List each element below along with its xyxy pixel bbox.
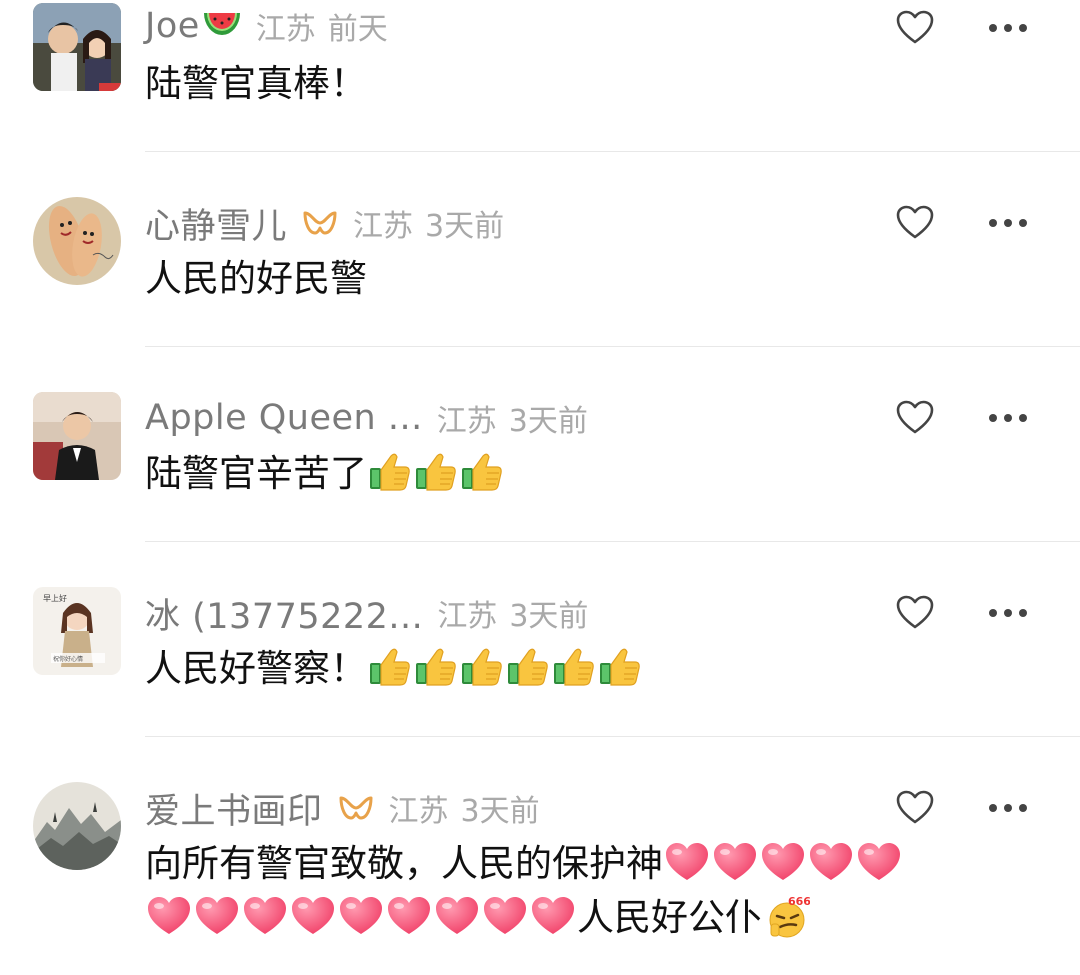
heart-icon: [858, 843, 900, 880]
divider: [145, 151, 1080, 152]
comment-meta: 爱上书画印 江苏 3天前: [145, 786, 540, 832]
heart-emoji-row: [145, 896, 577, 939]
comment-item: Joe 江苏 前天 陆警官真棒！: [0, 0, 1080, 152]
thumbs-up-icon: [462, 453, 502, 491]
heart-icon: [436, 897, 478, 934]
vip-badge-icon: [301, 209, 339, 237]
comment-text-line2: 人民好公仆 666: [145, 892, 811, 954]
comment-text: 陆警官真棒！: [145, 62, 367, 105]
like-icon[interactable]: [895, 203, 935, 243]
comment-text-content: 向所有警官致敬，人民的保护神: [145, 842, 663, 885]
avatar[interactable]: [33, 3, 121, 91]
avatar[interactable]: [33, 392, 121, 480]
thumbs-up-icon: [600, 648, 640, 686]
comment-text: 人民的好民警: [145, 257, 367, 300]
username[interactable]: 心静雪儿: [145, 198, 287, 249]
username[interactable]: Apple Queen ...: [145, 398, 423, 438]
watermelon-icon: [202, 7, 242, 45]
timestamp: 前天: [327, 12, 388, 47]
location: 江苏: [255, 12, 316, 47]
heart-icon: [148, 897, 190, 934]
thumbs-up-emoji-row: [367, 647, 643, 690]
divider: [145, 736, 1080, 737]
timestamp: 3天前: [508, 404, 588, 439]
more-options-icon[interactable]: [985, 601, 1031, 625]
heart-icon: [810, 843, 852, 880]
avatar[interactable]: [33, 197, 121, 285]
location: 江苏: [353, 209, 414, 244]
username[interactable]: 爱上书画印: [145, 783, 323, 834]
like-icon[interactable]: [895, 593, 935, 633]
comment-meta: Apple Queen ... 江苏 3天前: [145, 396, 588, 440]
svg-text:666: 666: [788, 895, 810, 908]
comment-meta: 心静雪儿 江苏 3天前: [145, 201, 505, 247]
location: 江苏: [388, 794, 449, 829]
comment-text: 人民好警察！: [145, 643, 643, 695]
heart-icon: [388, 897, 430, 934]
heart-icon: [196, 897, 238, 934]
comment-text-content: 陆警官辛苦了: [145, 452, 367, 495]
comment-meta: 冰 (13775222... 江苏 3天前: [145, 591, 589, 637]
thumbs-up-icon: [554, 648, 594, 686]
heart-icon: [292, 897, 334, 934]
heart-icon: [340, 897, 382, 934]
like-icon[interactable]: [895, 8, 935, 48]
heart-icon: [244, 897, 286, 934]
comment-text-content: 人民好公仆: [577, 896, 762, 939]
divider: [145, 541, 1080, 542]
timestamp: 3天前: [509, 599, 589, 634]
comment-text-line1: 向所有警官致敬，人民的保护神: [145, 838, 903, 890]
location: 江苏: [437, 599, 498, 634]
timestamp: 3天前: [460, 794, 540, 829]
thumbs-up-icon: [416, 648, 456, 686]
comment-item: 爱上书画印 江苏 3天前 向所有警官致敬，人民的保护神 人民好公仆 666: [0, 780, 1080, 975]
timestamp: 3天前: [425, 209, 505, 244]
like-icon[interactable]: [895, 398, 935, 438]
comment-item: Apple Queen ... 江苏 3天前 陆警官辛苦了: [0, 390, 1080, 542]
heart-icon: [484, 897, 526, 934]
vip-badge-icon: [337, 794, 375, 822]
thumbs-up-icon: [508, 648, 548, 686]
thumbs-up-icon: [416, 453, 456, 491]
thumbs-up-icon: [370, 453, 410, 491]
more-options-icon[interactable]: [985, 211, 1031, 235]
avatar[interactable]: [33, 782, 121, 870]
svg-text:祝你好心情: 祝你好心情: [53, 655, 83, 663]
username[interactable]: Joe: [145, 6, 200, 46]
comment-text-content: 人民好警察！: [145, 647, 367, 690]
avatar[interactable]: 早上好 祝你好心情: [33, 587, 121, 675]
thumbs-up-emoji-row: [367, 452, 505, 495]
username[interactable]: 冰 (13775222...: [145, 588, 423, 639]
666-smirk-emoji: 666: [764, 894, 811, 954]
more-options-icon[interactable]: [985, 16, 1031, 40]
heart-icon: [714, 843, 756, 880]
comment-meta: Joe 江苏 前天: [145, 4, 388, 48]
like-icon[interactable]: [895, 788, 935, 828]
more-options-icon[interactable]: [985, 796, 1031, 820]
heart-icon: [532, 897, 574, 934]
divider: [145, 346, 1080, 347]
thumbs-up-icon: [370, 648, 410, 686]
location: 江苏: [436, 404, 497, 439]
heart-emoji-row: [663, 842, 903, 885]
svg-text:早上好: 早上好: [43, 593, 67, 603]
comment-item: 心静雪儿 江苏 3天前 人民的好民警: [0, 195, 1080, 347]
thumbs-up-icon: [462, 648, 502, 686]
comment-item: 早上好 祝你好心情 冰 (13775222... 江苏 3天前 人民好警察！: [0, 585, 1080, 737]
more-options-icon[interactable]: [985, 406, 1031, 430]
heart-icon: [666, 843, 708, 880]
heart-icon: [762, 843, 804, 880]
comment-list: Joe 江苏 前天 陆警官真棒！ 心静雪儿 江苏 3天前 人民的好民警 Appl…: [0, 0, 1080, 975]
comment-text: 陆警官辛苦了: [145, 448, 505, 500]
